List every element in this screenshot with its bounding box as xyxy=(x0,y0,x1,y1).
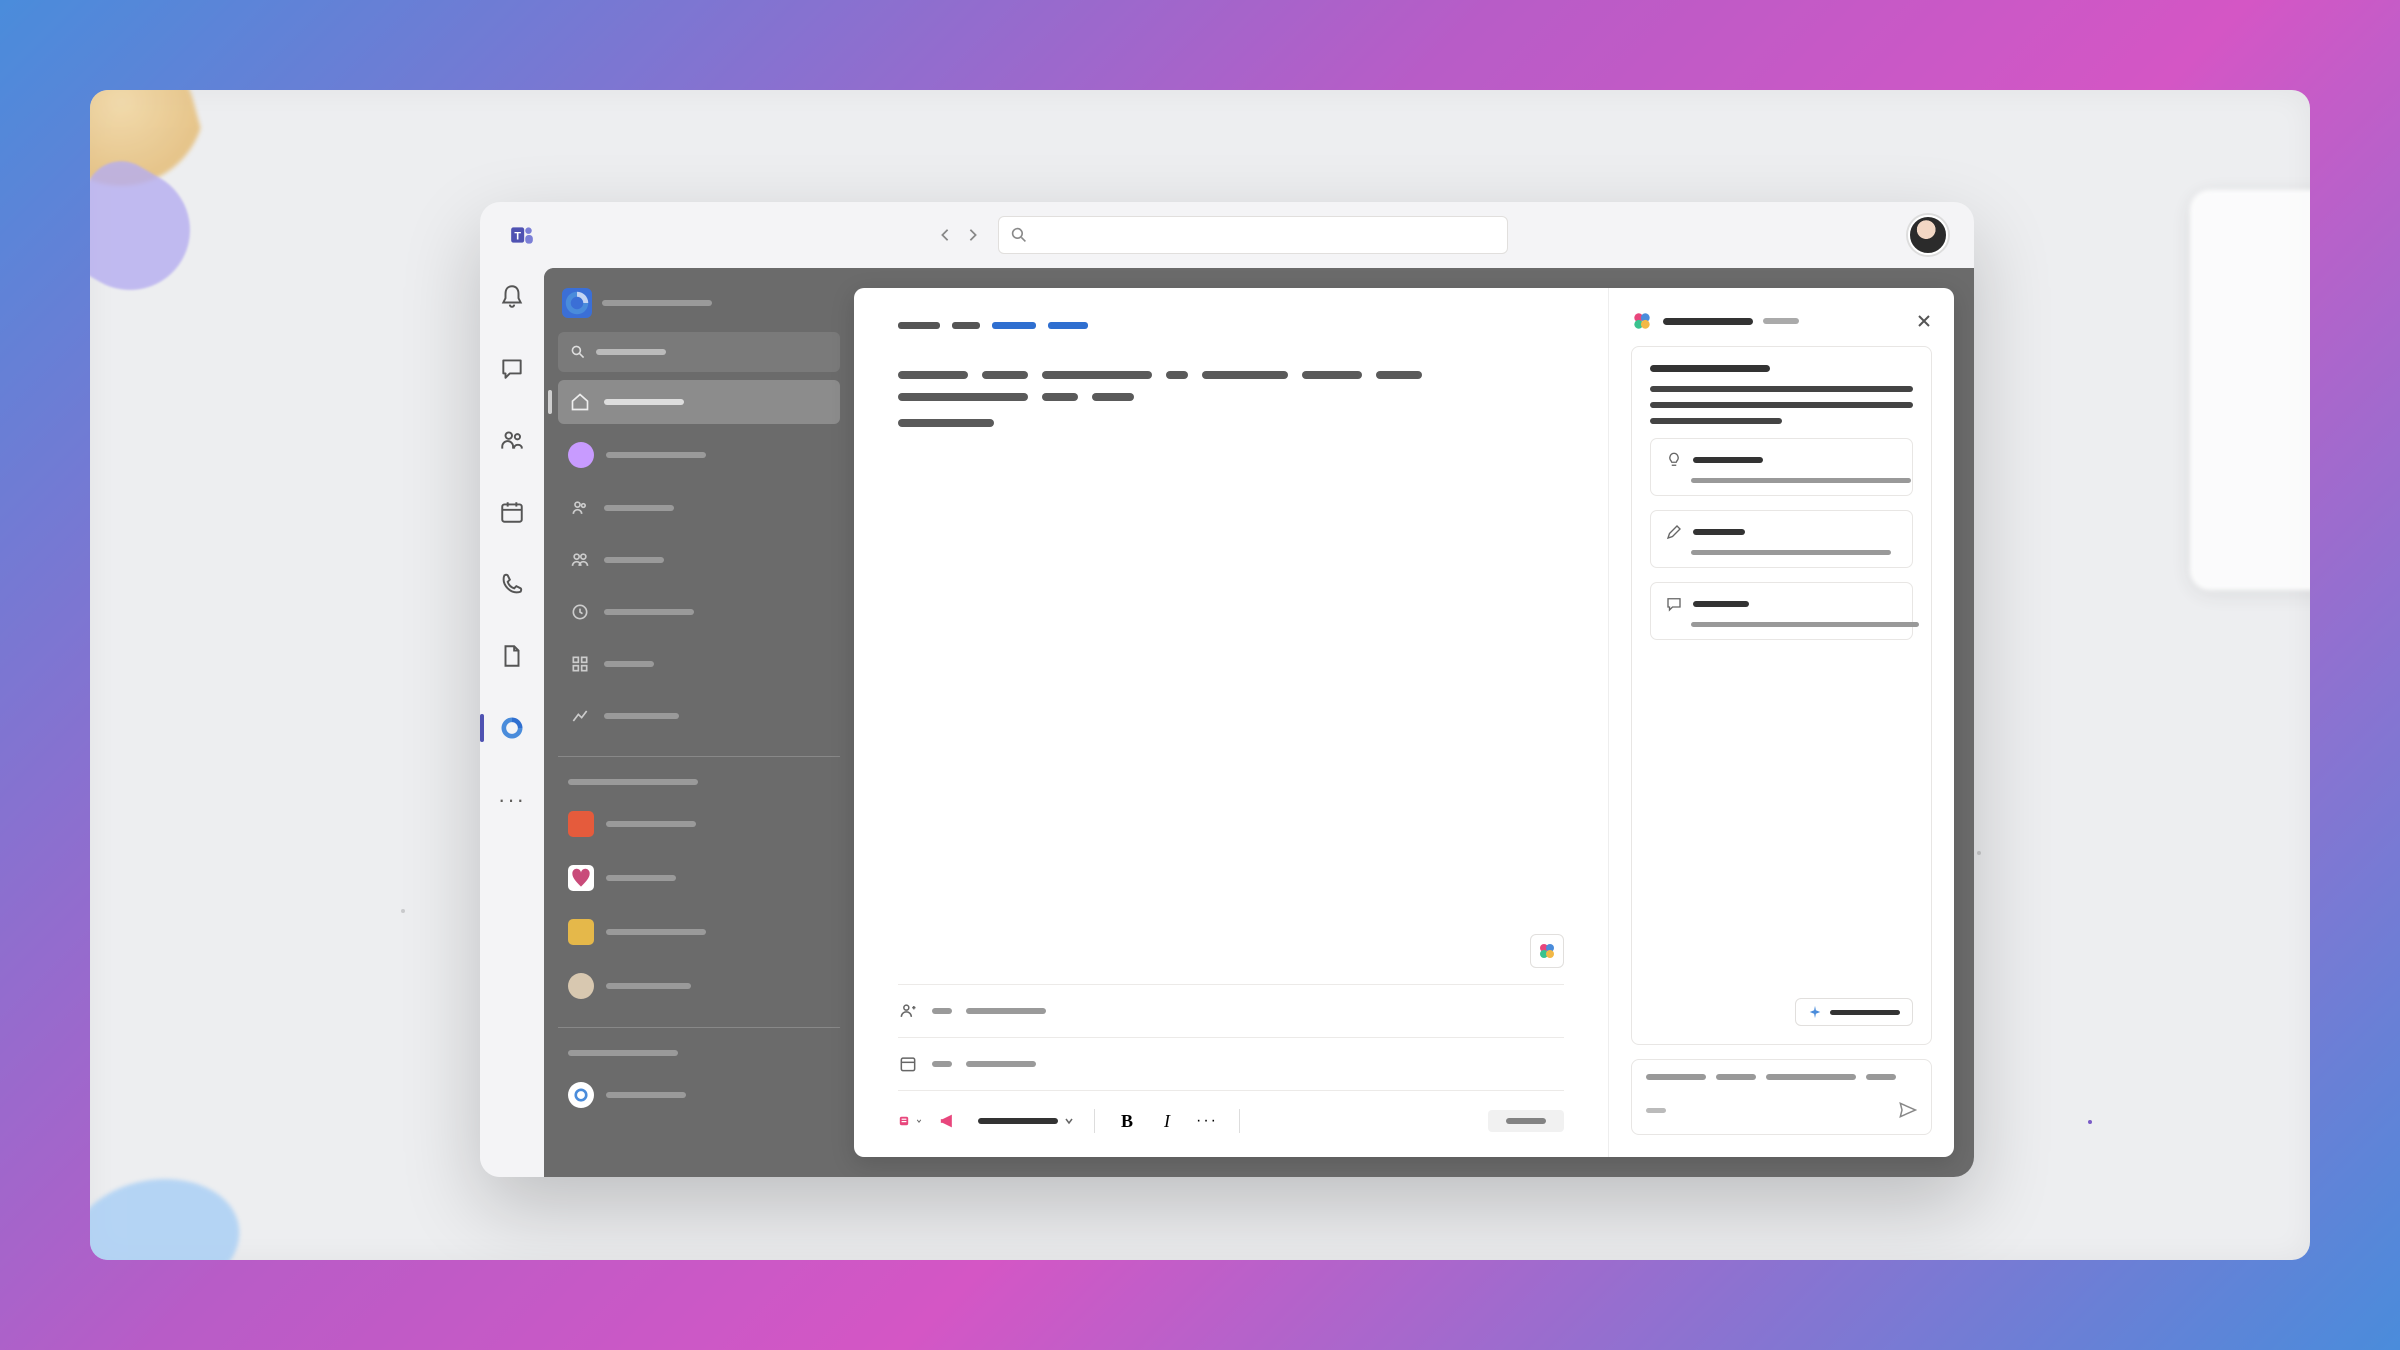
loop-component-icon xyxy=(898,1111,910,1131)
tile-icon xyxy=(568,865,594,891)
chat-icon xyxy=(1665,595,1683,613)
nav-recent[interactable] xyxy=(558,590,840,634)
rail-files[interactable] xyxy=(494,638,530,674)
nav-arrows xyxy=(938,228,980,242)
copilot-title xyxy=(1663,318,1753,325)
copilot-message-card xyxy=(1631,346,1932,1045)
app-window: T Search xyxy=(480,202,1974,1177)
pinned-item[interactable] xyxy=(558,963,840,1009)
people-icon xyxy=(568,496,592,520)
suggestion-card[interactable] xyxy=(1650,510,1913,568)
send-button[interactable] xyxy=(1488,1110,1564,1132)
copilot-send-button[interactable] xyxy=(1897,1100,1917,1120)
workspace-name xyxy=(602,300,712,306)
megaphone-icon xyxy=(939,1110,961,1132)
people-section[interactable] xyxy=(898,984,1564,1037)
rail-calls[interactable] xyxy=(494,566,530,602)
workspace-header[interactable] xyxy=(558,282,840,324)
copilot-icon xyxy=(1537,941,1557,961)
send-icon xyxy=(1897,1100,1917,1120)
italic-button[interactable]: I xyxy=(1155,1109,1179,1133)
pinned-item[interactable] xyxy=(558,909,840,955)
people-icon xyxy=(898,1001,918,1021)
titlebar: T Search xyxy=(480,202,1974,268)
document-column: B I ··· xyxy=(854,288,1608,1157)
grid-icon xyxy=(568,652,592,676)
nav-insights[interactable] xyxy=(558,694,840,738)
copilot-logo-icon xyxy=(1631,310,1653,332)
workspace: B I ··· xyxy=(544,268,1974,1177)
search-icon xyxy=(1011,227,1027,243)
copilot-input[interactable] xyxy=(1631,1059,1932,1135)
copilot-subtitle xyxy=(1763,318,1799,324)
copilot-icon xyxy=(568,1082,594,1108)
announce-button[interactable] xyxy=(938,1109,962,1133)
document-body[interactable] xyxy=(898,371,1564,934)
chevron-down-icon xyxy=(916,1116,922,1126)
copilot-intro xyxy=(1650,386,1913,424)
close-button[interactable] xyxy=(1916,313,1932,329)
clock-icon xyxy=(568,600,592,624)
copilot-header xyxy=(1631,310,1932,332)
date-section[interactable] xyxy=(898,1037,1564,1090)
tile-icon xyxy=(568,811,594,837)
breadcrumb[interactable] xyxy=(898,322,1564,329)
suggestions-badge[interactable] xyxy=(1795,998,1913,1026)
workspace-logo-icon xyxy=(562,288,592,318)
home-icon xyxy=(568,390,592,414)
pinned-item[interactable] xyxy=(558,855,840,901)
editor-toolbar: B I ··· xyxy=(898,1090,1564,1133)
nav-pinned[interactable] xyxy=(558,642,840,686)
copilot-input-placeholder xyxy=(1646,1074,1917,1080)
search-icon xyxy=(570,344,586,360)
component-picker[interactable] xyxy=(898,1109,922,1133)
rail-activity[interactable] xyxy=(494,278,530,314)
chevron-down-icon xyxy=(1064,1116,1074,1126)
nav-team[interactable] xyxy=(558,538,840,582)
search-input[interactable]: Search xyxy=(998,216,1508,254)
sparkle-icon xyxy=(1808,1005,1822,1019)
close-icon xyxy=(1916,313,1932,329)
copilot-greeting xyxy=(1650,365,1770,372)
bold-button[interactable]: B xyxy=(1115,1109,1139,1133)
nav-person[interactable] xyxy=(558,432,840,478)
pinned-item[interactable] xyxy=(558,801,840,847)
person-avatar-icon xyxy=(568,442,594,468)
channel-panel xyxy=(544,268,854,1177)
rail-chat[interactable] xyxy=(494,350,530,386)
rail-teams[interactable] xyxy=(494,422,530,458)
nav-home[interactable] xyxy=(558,380,840,424)
svg-text:T: T xyxy=(514,230,521,242)
lightbulb-icon xyxy=(1665,451,1683,469)
rail-more[interactable]: ··· xyxy=(494,782,530,818)
back-button[interactable] xyxy=(938,228,952,242)
chart-icon xyxy=(568,704,592,728)
text-style-picker[interactable] xyxy=(978,1116,1074,1126)
team-icon xyxy=(568,548,592,572)
copilot-panel xyxy=(1608,288,1954,1157)
pencil-icon xyxy=(1665,523,1683,541)
forward-button[interactable] xyxy=(966,228,980,242)
copilot-fab[interactable] xyxy=(1530,934,1564,968)
decoration xyxy=(2190,190,2310,590)
user-avatar[interactable] xyxy=(1908,215,1948,255)
channel-search[interactable] xyxy=(558,332,840,372)
teams-app-icon: T xyxy=(506,219,538,251)
footer-copilot[interactable] xyxy=(558,1072,840,1118)
rail-loop[interactable] xyxy=(494,710,530,746)
app-rail: ··· xyxy=(480,268,544,1177)
avatar-icon xyxy=(568,973,594,999)
decoration xyxy=(90,1166,249,1260)
rail-calendar[interactable] xyxy=(494,494,530,530)
toolbar-more[interactable]: ··· xyxy=(1195,1109,1219,1133)
suggestion-card[interactable] xyxy=(1650,438,1913,496)
tile-icon xyxy=(568,919,594,945)
nav-shared[interactable] xyxy=(558,486,840,530)
suggestion-card[interactable] xyxy=(1650,582,1913,640)
calendar-icon xyxy=(898,1054,918,1074)
editor-card: B I ··· xyxy=(854,288,1954,1157)
desktop-surface: T Search xyxy=(90,90,2310,1260)
